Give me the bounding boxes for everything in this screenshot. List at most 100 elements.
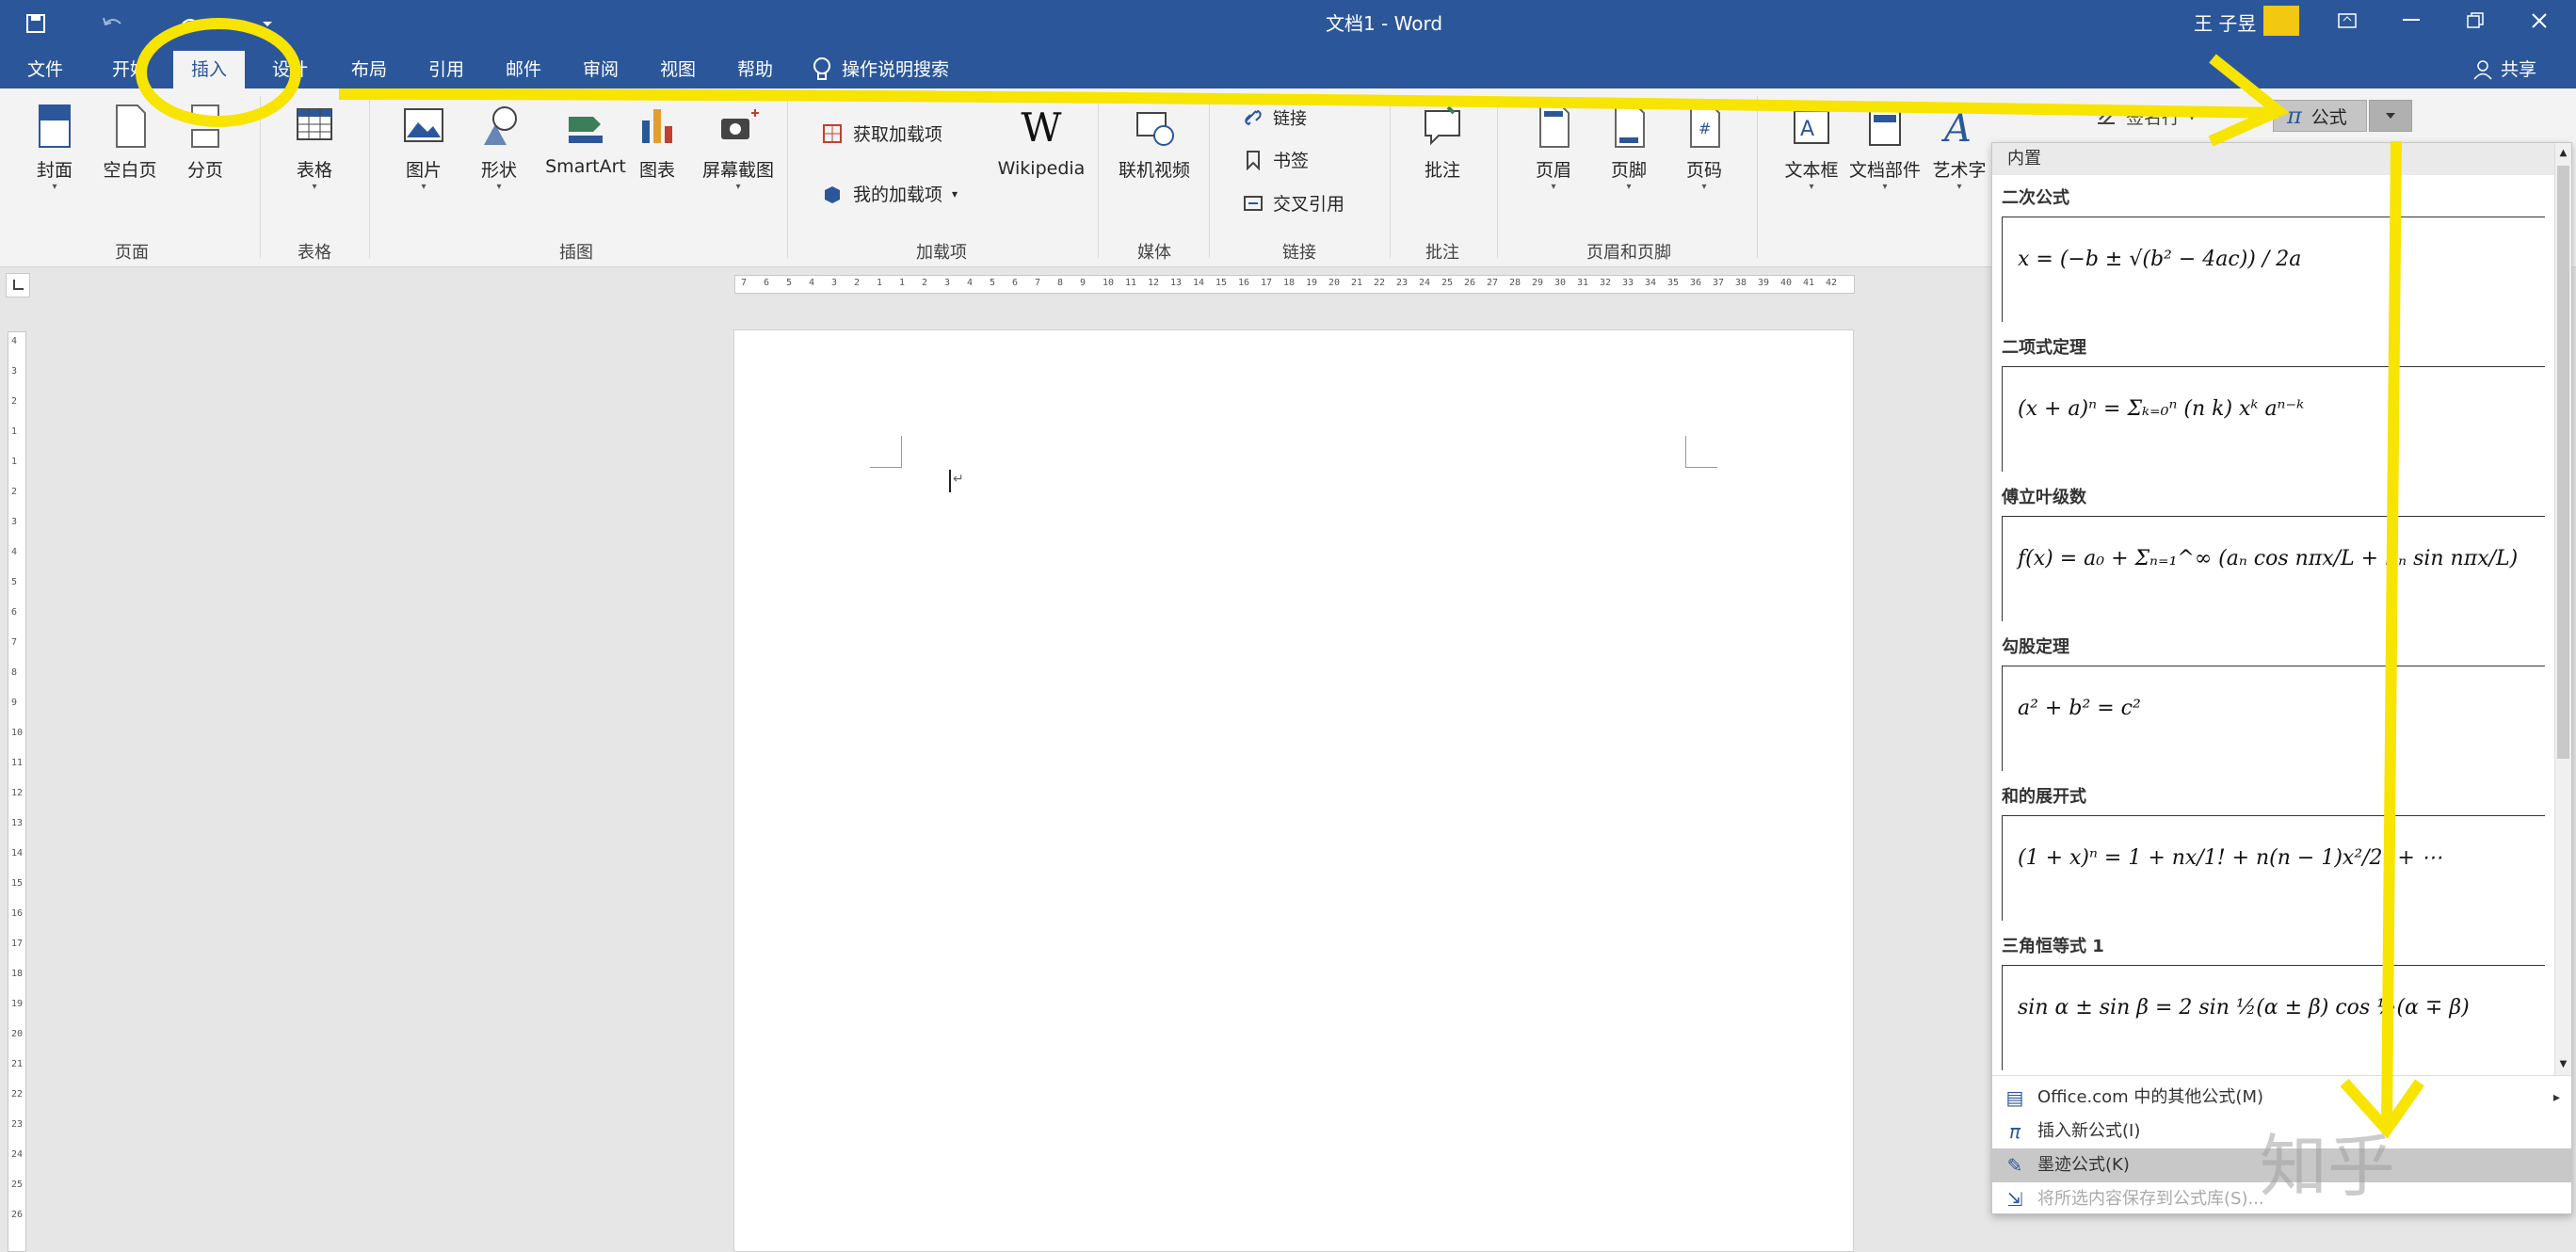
ruler-tick: 4 <box>11 336 18 346</box>
tab-selector-icon[interactable] <box>6 273 30 297</box>
ruler-tick: 24 <box>1419 278 1431 288</box>
equation-item[interactable]: (1 + x)ⁿ = 1 + nx/1! + n(n − 1)x²/2! + ⋯ <box>2002 815 2545 921</box>
tell-me-search[interactable]: 操作说明搜索 <box>812 51 972 88</box>
bookmark-button[interactable]: 书签 <box>1243 147 1309 172</box>
screenshot-button[interactable]: 屏幕截图 ▾ <box>691 104 785 195</box>
signature-line-button[interactable]: 签名行 ▾ <box>2096 104 2195 129</box>
table-icon <box>294 104 335 151</box>
submenu-arrow-icon: ▸ <box>2552 1090 2560 1105</box>
undo-icon[interactable] <box>100 10 126 37</box>
ruler-tick: 18 <box>11 969 24 979</box>
ruler-tick: 1 <box>877 278 883 288</box>
tab-mailings[interactable]: 邮件 <box>493 51 554 88</box>
equation-item[interactable]: x = (−b ± √(b² − 4ac)) / 2a <box>2002 217 2545 322</box>
menu-item[interactable]: ▤ Office.com 中的其他公式(M) ▸ <box>1992 1081 2571 1115</box>
tab-view[interactable]: 视图 <box>648 51 708 88</box>
tab-design[interactable]: 设计 <box>260 51 320 88</box>
chart-button[interactable]: 图表 <box>620 104 695 182</box>
ruler-tick: 7 <box>741 278 748 288</box>
quick-parts-button[interactable]: 文档部件 ▾ <box>1847 104 1923 195</box>
group-media-label: 媒体 <box>1137 243 1171 263</box>
tab-references[interactable]: 引用 <box>416 51 476 88</box>
customize-icon[interactable] <box>254 10 281 37</box>
scroll-up-icon[interactable]: ▲ <box>2555 143 2571 164</box>
page-number-icon: # <box>1683 104 1725 151</box>
smartart-button[interactable]: SmartArt <box>539 104 633 177</box>
equation-formula: (1 + x)ⁿ = 1 + nx/1! + n(n − 1)x²/2! + ⋯ <box>2018 846 2442 870</box>
group-pages-label: 页面 <box>115 243 149 263</box>
online-video-button[interactable]: 联机视频 <box>1115 104 1194 182</box>
cross-reference-button[interactable]: 交叉引用 <box>1243 190 1344 216</box>
equation-item[interactable]: a² + b² = c² <box>2002 666 2545 771</box>
cover-page-button[interactable]: 封面 ▾ <box>17 104 92 195</box>
wordart-icon: A <box>1939 104 1980 151</box>
addins-icon <box>825 185 840 203</box>
tab-review[interactable]: 审阅 <box>571 51 631 88</box>
ruler-tick: 37 <box>1713 278 1725 288</box>
shapes-icon <box>478 104 520 151</box>
my-addins-button[interactable]: 我的加载项 ▾ <box>821 181 958 206</box>
horizontal-ruler[interactable]: 7 6 5 4 3 2 1 1 2 3 4 5 6 7 8 9 10 11 12 13 14 15 16 17 18 19 20 21… <box>734 275 1855 294</box>
wikipedia-button[interactable]: W Wikipedia <box>994 105 1088 180</box>
text-box-button[interactable]: A 文本框 ▾ <box>1774 104 1849 195</box>
ruler-tick: 36 <box>1690 278 1702 288</box>
equation-item[interactable]: f(x) = a₀ + Σₙ₌₁^∞ (aₙ cos nπx/L + bₙ si… <box>2002 516 2545 621</box>
ruler-tick: 41 <box>1803 278 1815 288</box>
vertical-ruler[interactable]: 4 3 2 1 1 2 3 4 5 6 7 8 9 10 11 12 13 14 15 16 17 18 19 20 21 22 2… <box>8 331 26 1252</box>
wordart-button[interactable]: A 艺术字 ▾ <box>1924 104 1994 195</box>
restore-icon[interactable] <box>2452 6 2499 36</box>
picture-button[interactable]: 图片 ▾ <box>386 104 461 195</box>
ruler-tick: 13 <box>1170 278 1183 288</box>
page-break-button[interactable]: 分页 <box>168 104 243 182</box>
quick-access-toolbar <box>23 8 281 40</box>
svg-text:#: # <box>1699 120 1711 137</box>
shapes-button[interactable]: 形状 ▾ <box>461 104 537 195</box>
scrollbar-thumb[interactable] <box>2557 166 2569 759</box>
ruler-tick: 16 <box>11 908 24 919</box>
ruler-tick: 8 <box>1057 278 1064 288</box>
redo-icon[interactable] <box>177 10 203 37</box>
gallery-scrollbar[interactable]: ▲ ▼ <box>2554 143 2571 1075</box>
avatar[interactable] <box>2263 6 2299 36</box>
ruler-tick: 1 <box>11 426 18 437</box>
crop-mark <box>1685 436 1717 468</box>
save-icon[interactable] <box>23 10 49 37</box>
equation-dropdown-button[interactable] <box>2369 100 2412 132</box>
equation-item[interactable]: (x + a)ⁿ = Σₖ₌₀ⁿ (n k) xᵏ aⁿ⁻ᵏ <box>2002 366 2545 472</box>
scroll-down-icon[interactable]: ▼ <box>2555 1054 2571 1075</box>
equation-title: 傅立叶级数 <box>2002 488 2086 507</box>
get-addins-button[interactable]: 获取加载项 <box>821 120 942 146</box>
header-button[interactable]: 页眉 ▾ <box>1516 104 1591 195</box>
equation-button[interactable]: π 公式 <box>2273 100 2367 132</box>
ruler-tick: 28 <box>1509 278 1521 288</box>
equation-item[interactable]: sin α ± sin β = 2 sin ½(α ± β) cos ½(α ∓… <box>2002 965 2545 1070</box>
table-button[interactable]: 表格 ▾ <box>277 104 352 195</box>
footer-button[interactable]: 页脚 ▾ <box>1591 104 1666 195</box>
cover-page-icon <box>34 104 75 151</box>
minimize-icon[interactable] <box>2388 6 2435 36</box>
ruler-tick: 9 <box>1080 278 1087 288</box>
share-button[interactable]: 共享 <box>2472 51 2536 88</box>
page-number-button[interactable]: # 页码 ▾ <box>1666 104 1742 195</box>
tab-help[interactable]: 帮助 <box>725 51 785 88</box>
tab-home[interactable]: 开始 <box>100 51 160 88</box>
crop-mark <box>870 436 902 468</box>
blank-page-button[interactable]: 空白页 <box>92 104 168 182</box>
ruler-tick: 13 <box>11 818 24 828</box>
tab-file[interactable]: 文件 <box>9 51 81 88</box>
ribbon-display-icon[interactable] <box>2324 6 2371 36</box>
tab-insert[interactable]: 插入 <box>173 51 245 88</box>
tab-layout[interactable]: 布局 <box>339 51 399 88</box>
equation-gallery: 内置 ▲ ▼ 二次公式 x = (−b ± √(b² − 4ac)) / 2a 二项… <box>1991 142 2572 1214</box>
user-name[interactable]: 王 子昱 <box>2194 8 2256 36</box>
ruler-tick: 26 <box>11 1210 24 1220</box>
comment-button[interactable]: 批注 <box>1405 104 1480 182</box>
group-illustrations-label: 插图 <box>559 243 593 263</box>
document-page[interactable]: ↵ <box>733 329 1854 1252</box>
pi-icon: π <box>2008 1120 2021 1143</box>
close-icon[interactable] <box>2516 6 2563 36</box>
ruler-tick: 17 <box>1261 278 1273 288</box>
link-button[interactable]: 链接 <box>1243 105 1307 130</box>
text-box-icon: A <box>1791 104 1832 151</box>
ruler-tick: 34 <box>1645 278 1657 288</box>
